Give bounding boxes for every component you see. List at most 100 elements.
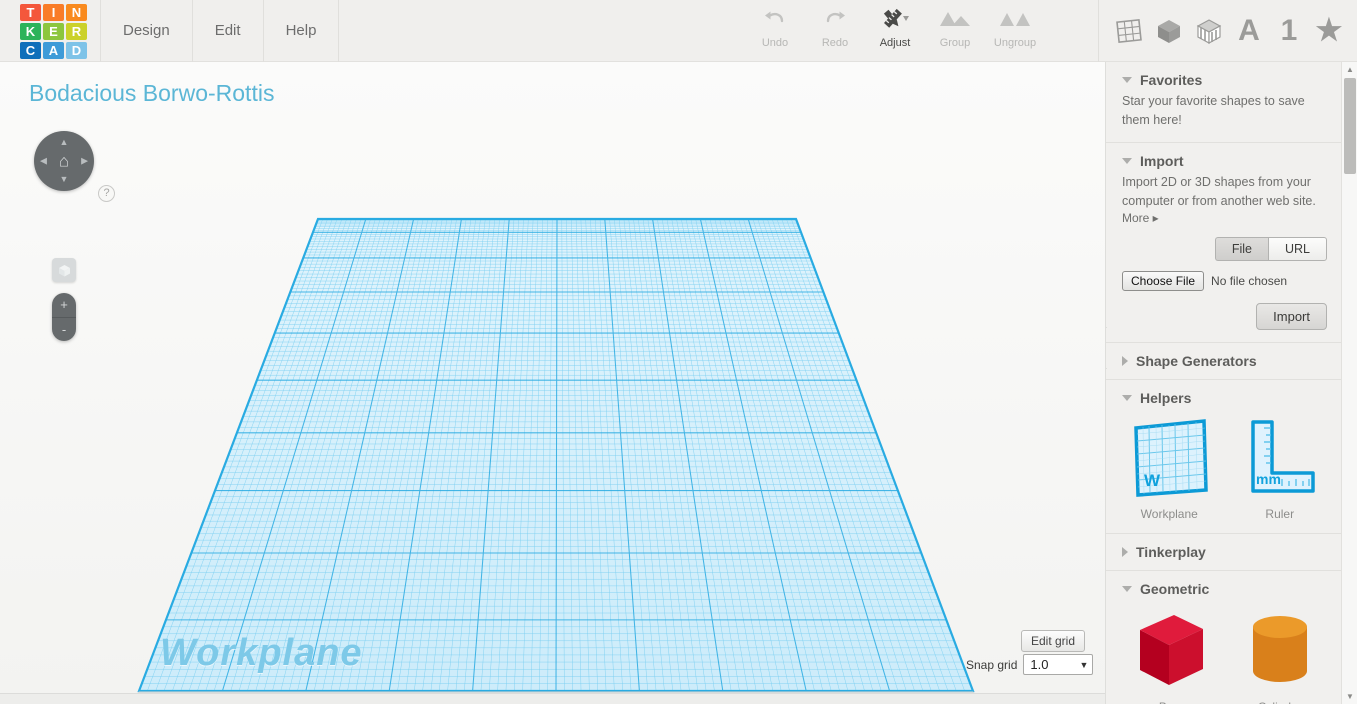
logo-letter: D (71, 43, 82, 58)
ungroup-icon (998, 7, 1032, 33)
panel-section-import: Import Import 2D or 3D shapes from your … (1106, 143, 1343, 343)
workplane-icon (1116, 19, 1142, 43)
geometric-shapes-grid: Box Cylinder (1122, 607, 1327, 704)
main-menu: Design Edit Help (100, 0, 340, 62)
page-title: Bodacious Borwo-Rottis (29, 80, 275, 106)
adjust-label: Adjust (879, 37, 911, 49)
group-button[interactable]: Group (925, 0, 985, 58)
shape-item-cylinder[interactable]: Cylinder (1233, 607, 1328, 704)
panel-content: Favorites Star your favorite shapes to s… (1106, 62, 1343, 704)
chosen-file-label: No file chosen (1211, 274, 1288, 288)
group-icon (938, 7, 972, 33)
section-header-tinkerplay[interactable]: Tinkerplay (1122, 544, 1327, 560)
section-header-helpers[interactable]: Helpers (1122, 390, 1327, 406)
snap-grid-select[interactable]: 1.0 ▼ (1023, 654, 1094, 675)
import-source-toggle: File URL (1122, 237, 1327, 261)
edit-grid-button[interactable]: Edit grid (1021, 630, 1086, 652)
favorites-empty-text: Star your favorite shapes to save them h… (1122, 94, 1305, 127)
undo-button[interactable]: Undo (745, 0, 805, 58)
nav-down-icon[interactable]: ▼ (60, 175, 69, 184)
logo-tile: A (43, 42, 64, 59)
section-header-geometric[interactable]: Geometric (1122, 581, 1327, 597)
redo-icon (823, 7, 847, 33)
menu-item-help[interactable]: Help (264, 0, 340, 62)
logo-tile: I (43, 4, 64, 21)
shape-label: Cylinder (1233, 700, 1328, 704)
section-title: Tinkerplay (1136, 544, 1206, 560)
panel-section-shape-generators: Shape Generators (1106, 343, 1343, 380)
workplane-area[interactable]: Workplane (0, 62, 1105, 693)
favorites-star-icon: ★ (1315, 14, 1343, 47)
top-toolbar: T I N K E R C A D Design Edit Help Undo … (0, 0, 1357, 62)
shape-item-workplane[interactable]: W Workplane (1122, 416, 1217, 521)
shape-item-box[interactable]: Box (1122, 607, 1217, 704)
import-description: Import 2D or 3D shapes from your compute… (1122, 175, 1316, 208)
nav-left-icon[interactable]: ◀ (40, 156, 47, 166)
zoom-out-button[interactable]: - (52, 318, 76, 342)
view-navigation-pad[interactable]: ▲ ▼ ◀ ▶ ⌂ (34, 131, 94, 191)
section-header-shape-generators[interactable]: Shape Generators (1122, 353, 1327, 369)
box-shape-icon (1140, 615, 1204, 685)
logo-tile: T (20, 4, 41, 21)
logo-letter: N (71, 5, 82, 20)
chevron-down-icon (1122, 158, 1132, 164)
import-tab-file[interactable]: File (1214, 237, 1268, 261)
workplane-tool-button[interactable] (1109, 9, 1149, 53)
scroll-up-icon[interactable]: ▲ (1342, 62, 1357, 77)
scrollbar-thumb[interactable] (1344, 78, 1356, 174)
logo-tile: R (66, 23, 87, 40)
ungroup-button[interactable]: Ungroup (985, 0, 1045, 58)
shape-label: Workplane (1140, 507, 1198, 521)
logo-letter: I (51, 5, 56, 20)
logo-tile: D (66, 42, 87, 59)
nav-right-icon[interactable]: ▶ (81, 156, 88, 166)
logo-letter: K (25, 24, 36, 39)
text-tool-button[interactable]: A (1229, 9, 1269, 53)
nav-up-icon[interactable]: ▲ (60, 138, 69, 147)
choose-file-button[interactable]: Choose File (1122, 271, 1205, 291)
solid-shape-button[interactable] (1149, 9, 1189, 53)
menu-item-edit[interactable]: Edit (193, 0, 264, 62)
zoom-control[interactable]: + - (52, 293, 76, 341)
workplane-shape-icon: W (1134, 419, 1209, 497)
section-header-favorites[interactable]: Favorites (1122, 72, 1327, 88)
canvas-bottom-strip (0, 693, 1105, 704)
hollow-cube-icon (1196, 19, 1222, 45)
redo-button[interactable]: Redo (805, 0, 865, 58)
chevron-down-icon (1122, 586, 1132, 592)
menu-item-design[interactable]: Design (100, 0, 193, 62)
cylinder-shape-icon (1252, 616, 1307, 682)
logo-tile: C (20, 42, 41, 59)
shape-item-ruler[interactable]: mm Ruler (1233, 416, 1328, 521)
shape-label: Ruler (1265, 507, 1295, 521)
hollow-shape-button[interactable] (1189, 9, 1229, 53)
undo-icon (763, 7, 787, 33)
tinkercad-logo[interactable]: T I N K E R C A D (20, 4, 87, 60)
snap-grid-control: Snap grid 1.0 ▼ (966, 654, 1094, 675)
text-icon: A (1238, 14, 1260, 47)
import-action-row: Import (1122, 303, 1327, 330)
logo-tile: N (66, 4, 87, 21)
home-view-icon[interactable]: ⌂ (59, 153, 69, 170)
favorites-button[interactable]: ★ (1309, 9, 1349, 53)
number-tool-button[interactable]: 1 (1269, 9, 1309, 53)
logo-letter: C (25, 43, 36, 58)
zoom-in-button[interactable]: + (52, 293, 76, 318)
snap-grid-label: Snap grid (966, 657, 1018, 672)
import-more-link[interactable]: More ▸ (1122, 211, 1327, 225)
fit-view-button[interactable] (52, 258, 76, 282)
import-button[interactable]: Import (1256, 303, 1327, 330)
chevron-down-icon (1122, 395, 1132, 401)
logo-letter: R (71, 24, 82, 39)
redo-label: Redo (821, 37, 849, 49)
section-header-import[interactable]: Import (1122, 153, 1327, 169)
adjust-icon (880, 7, 910, 33)
import-tab-url[interactable]: URL (1267, 237, 1327, 261)
adjust-button[interactable]: Adjust (865, 0, 925, 58)
design-canvas[interactable]: Workplane Bodacious Borwo-Rottis ▲ ▼ ◀ ▶… (0, 62, 1105, 693)
scroll-down-icon[interactable]: ▼ (1342, 689, 1357, 704)
group-label: Group (939, 37, 971, 49)
help-button[interactable]: ? (98, 185, 115, 202)
panel-scrollbar[interactable]: ▲ ▼ (1341, 62, 1357, 704)
section-title: Favorites (1140, 72, 1203, 88)
